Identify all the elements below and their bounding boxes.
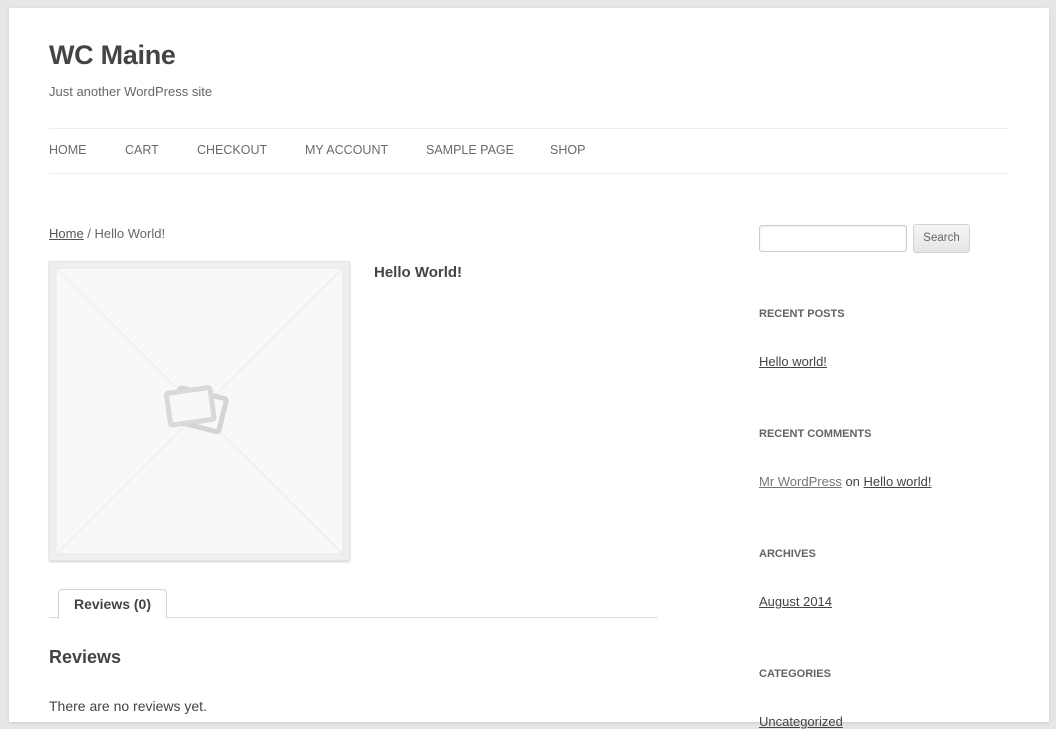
archives-title: ARCHIVES — [759, 548, 816, 560]
recent-posts-title: RECENT POSTS — [759, 308, 845, 320]
nav-item-shop[interactable]: SHOP — [550, 143, 585, 157]
nav-item-my-account[interactable]: MY ACCOUNT — [305, 143, 388, 157]
nav-item-sample-page[interactable]: SAMPLE PAGE — [426, 143, 514, 157]
site-description: Just another WordPress site — [49, 84, 213, 99]
no-reviews-text: There are no reviews yet. — [49, 698, 207, 714]
recent-post-link[interactable]: Hello world! — [759, 354, 827, 369]
nav-item-cart[interactable]: CART — [125, 143, 159, 157]
main-navigation: HOME CART CHECKOUT MY ACCOUNT SAMPLE PAG… — [49, 128, 1009, 174]
breadcrumb-separator: / — [83, 226, 95, 241]
search-button[interactable]: Search — [913, 224, 970, 253]
recent-comment-item: Mr WordPress on Hello world! — [759, 474, 931, 489]
site-title[interactable]: WC Maine — [49, 40, 176, 71]
comment-post-link[interactable]: Hello world! — [864, 474, 932, 489]
breadcrumb-home-link[interactable]: Home — [49, 226, 84, 241]
comment-on-text: on — [845, 474, 860, 489]
search-input[interactable] — [759, 225, 907, 252]
product-image[interactable] — [49, 261, 350, 561]
nav-item-home[interactable]: HOME — [49, 143, 87, 157]
reviews-heading: Reviews — [49, 647, 122, 667]
categories-title: CATEGORIES — [759, 668, 831, 680]
product-title: Hello World! — [374, 264, 463, 281]
nav-item-checkout[interactable]: CHECKOUT — [197, 143, 267, 157]
breadcrumb: Home / Hello World! — [49, 226, 165, 241]
comment-author-link[interactable]: Mr WordPress — [759, 474, 842, 489]
tab-reviews[interactable]: Reviews (0) — [58, 589, 167, 619]
page: WC Maine Just another WordPress site HOM… — [9, 8, 1049, 729]
recent-comments-title: RECENT COMMENTS — [759, 428, 872, 440]
breadcrumb-current: Hello World! — [94, 226, 166, 241]
archive-link[interactable]: August 2014 — [759, 594, 832, 609]
placeholder-image-icon — [55, 267, 344, 555]
